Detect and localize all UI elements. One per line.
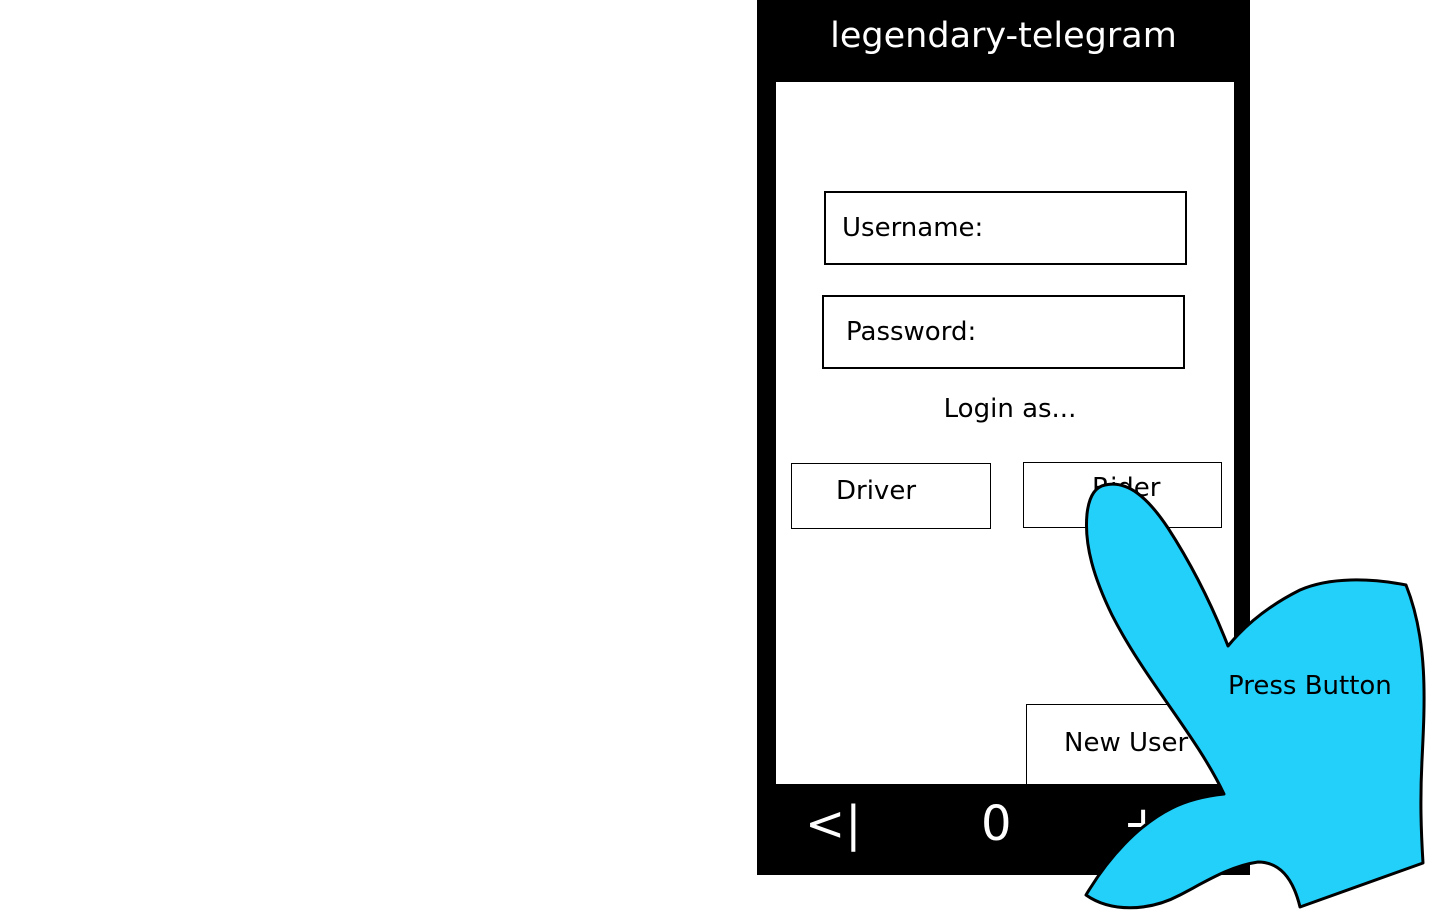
app-title: legendary-telegram xyxy=(830,16,1177,56)
login-screen: Username: Password: Login as... Driver R… xyxy=(776,82,1234,784)
phone-frame: legendary-telegram Username: Password: L… xyxy=(757,0,1250,875)
username-field[interactable]: Username: xyxy=(824,191,1187,265)
press-button-label: Press Button xyxy=(1228,671,1392,701)
rider-button[interactable]: Rider xyxy=(1023,462,1222,528)
home-button[interactable]: 0 xyxy=(981,794,1012,854)
new-user-button[interactable]: New User xyxy=(1026,704,1234,784)
driver-button[interactable]: Driver xyxy=(791,463,991,529)
menu-button[interactable]: + xyxy=(1123,794,1163,854)
back-button[interactable]: <| xyxy=(805,794,861,854)
bottom-navbar: <| 0 + xyxy=(757,784,1250,875)
password-field[interactable]: Password: xyxy=(822,295,1185,369)
login-as-label: Login as... xyxy=(943,394,1077,424)
